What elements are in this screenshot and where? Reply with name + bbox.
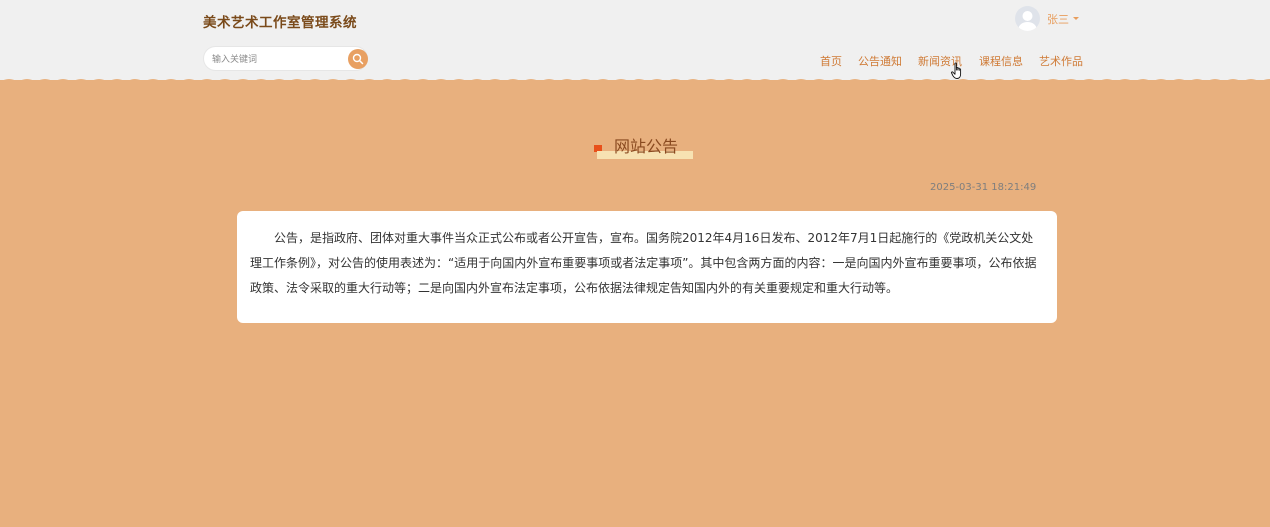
section-title: 网站公告 <box>614 137 679 156</box>
header: 美术艺术工作室管理系统 张三 首页 公告通知 新闻资讯 课程信息 艺术作品 <box>0 0 1270 80</box>
main-nav: 首页 公告通知 新闻资讯 课程信息 艺术作品 <box>0 53 1270 69</box>
user-menu[interactable]: 张三 <box>1015 6 1079 31</box>
nav-item-artworks[interactable]: 艺术作品 <box>1039 53 1083 69</box>
announcement-content: 公告，是指政府、团体对重大事件当众正式公布或者公开宣告，宣布。国务院2012年4… <box>250 231 1037 295</box>
nav-item-home[interactable]: 首页 <box>820 53 842 69</box>
nav-item-notices[interactable]: 公告通知 <box>858 53 902 69</box>
avatar-icon[interactable] <box>1015 6 1040 31</box>
chevron-down-icon[interactable] <box>1073 17 1079 20</box>
announcement-card: 公告，是指政府、团体对重大事件当众正式公布或者公开宣告，宣布。国务院2012年4… <box>237 211 1057 323</box>
hand-cursor-icon <box>951 62 962 79</box>
username[interactable]: 张三 <box>1047 11 1069 27</box>
nav-item-courses[interactable]: 课程信息 <box>979 53 1023 69</box>
site-title[interactable]: 美术艺术工作室管理系统 <box>203 11 357 31</box>
publish-date: 2025-03-31 18:21:49 <box>930 182 1037 193</box>
header-wave-divider <box>0 79 1270 90</box>
section-heading: 网站公告 <box>594 133 704 163</box>
